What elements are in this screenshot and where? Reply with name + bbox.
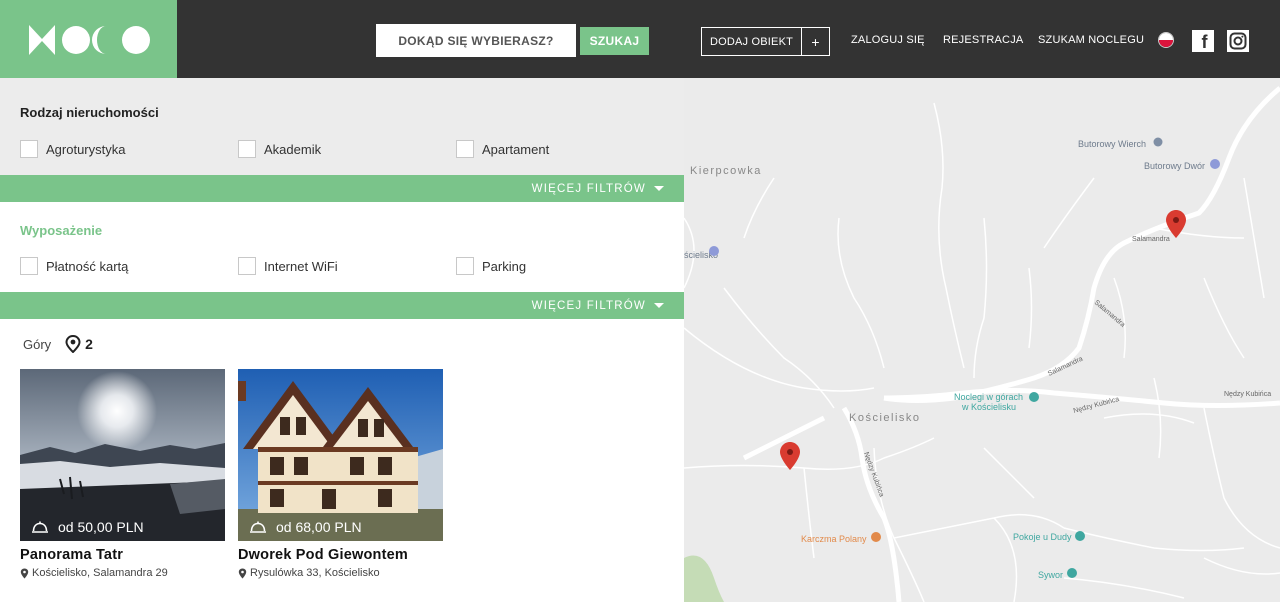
checkbox-label: Płatność kartą xyxy=(46,258,129,274)
address-text: Kościelisko, Salamandra 29 xyxy=(32,567,168,579)
listing-name[interactable]: Panorama Tatr xyxy=(20,547,225,563)
checkbox-akademik[interactable]: Akademik xyxy=(238,140,321,158)
checkbox-box[interactable] xyxy=(456,257,474,275)
location-name: Góry xyxy=(23,336,52,352)
map-label-koscielisko: Kościelisko xyxy=(849,412,921,424)
more-filters-label: WIĘCEJ FILTRÓW xyxy=(531,182,646,195)
location-pin-icon xyxy=(238,568,247,578)
mountain-photo-image xyxy=(20,369,225,541)
map-pin-icon xyxy=(65,335,81,353)
register-link[interactable]: REJESTRACJA xyxy=(943,34,1023,46)
listing-name[interactable]: Dworek Pod Giewontem xyxy=(238,547,443,563)
property-type-filter: Rodzaj nieruchomości Agroturystyka Akade… xyxy=(0,78,684,175)
price-text: od 68,00 PLN xyxy=(276,519,362,535)
find-stay-link[interactable]: SZUKAM NOCLEGU xyxy=(1038,34,1144,46)
map-view[interactable]: Kierpcowka Butorowy Wierch Butorowy Dwór… xyxy=(684,78,1280,602)
plus-icon: + xyxy=(801,28,829,55)
map-label-butorowy-wierch: Butorowy Wierch xyxy=(1078,139,1146,149)
destination-search-input[interactable] xyxy=(376,24,576,57)
map-canvas[interactable]: Kierpcowka Butorowy Wierch Butorowy Dwór… xyxy=(684,78,1280,602)
checkbox-box[interactable] xyxy=(20,257,38,275)
checkbox-label: Parking xyxy=(482,258,527,274)
checkbox-wifi[interactable]: Internet WiFi xyxy=(238,257,338,275)
map-label-pokoje-u-dudy: Pokoje u Dudy xyxy=(1013,532,1072,542)
map-label-kierpcowka: Kierpcowka xyxy=(690,165,762,177)
listing-photo[interactable]: od 68,00 PLN xyxy=(238,369,443,541)
listing-price: od 50,00 PLN xyxy=(30,519,144,535)
instagram-icon[interactable] xyxy=(1227,30,1249,52)
poi-hotel-icon[interactable] xyxy=(1210,159,1220,169)
checkbox-parking[interactable]: Parking xyxy=(456,257,526,275)
more-filters-label: WIĘCEJ FILTRÓW xyxy=(531,299,646,312)
address-text: Rysulówka 33, Kościelisko xyxy=(250,567,380,579)
poi-pin-icon[interactable] xyxy=(1153,137,1163,147)
results-count: 2 xyxy=(85,336,93,352)
property-type-title: Rodzaj nieruchomości xyxy=(20,105,159,120)
poi-hotel-icon[interactable] xyxy=(1029,392,1039,402)
logo-area[interactable] xyxy=(0,0,177,78)
search-button[interactable]: SZUKAJ xyxy=(580,27,649,55)
top-navbar: SZUKAJ DODAJ OBIEKT + ZALOGUJ SIĘ REJEST… xyxy=(0,0,1280,78)
checkbox-label: Apartament xyxy=(482,141,550,157)
checkbox-card-payment[interactable]: Płatność kartą xyxy=(20,257,128,275)
map-label-sywor: Sywor xyxy=(1038,570,1063,580)
serving-bell-icon xyxy=(32,521,48,533)
checkbox-agroturystyka[interactable]: Agroturystyka xyxy=(20,140,125,158)
add-listing-button[interactable]: DODAJ OBIEKT + xyxy=(701,27,830,56)
login-link[interactable]: ZALOGUJ SIĘ xyxy=(851,34,925,46)
checkbox-label: Internet WiFi xyxy=(264,258,338,274)
listing-address: Kościelisko, Salamandra 29 xyxy=(20,567,225,579)
listing-price: od 68,00 PLN xyxy=(248,519,362,535)
poi-hotel-icon[interactable] xyxy=(709,246,719,256)
map-label-butorowy-dwor: Butorowy Dwór xyxy=(1144,161,1205,171)
location-pin-icon xyxy=(20,568,29,578)
add-listing-label: DODAJ OBIEKT xyxy=(709,35,794,48)
polish-flag-icon[interactable] xyxy=(1159,33,1173,47)
map-label-noclegi-2: w Kościelisku xyxy=(961,402,1016,412)
noco-logo-icon xyxy=(29,25,150,55)
checkbox-label: Akademik xyxy=(264,141,322,157)
checkbox-label: Agroturystyka xyxy=(46,141,126,157)
checkbox-box[interactable] xyxy=(238,140,256,158)
listing-photo[interactable]: od 50,00 PLN xyxy=(20,369,225,541)
poi-restaurant-icon[interactable] xyxy=(871,532,881,542)
chalet-photo-image xyxy=(238,369,443,541)
serving-bell-icon xyxy=(250,521,266,533)
map-label-karczma-polany: Karczma Polany xyxy=(801,534,867,544)
caret-down-icon xyxy=(654,303,664,308)
caret-down-icon xyxy=(654,186,664,191)
checkbox-apartament[interactable]: Apartament xyxy=(456,140,549,158)
listing-address: Rysulówka 33, Kościelisko xyxy=(238,567,443,579)
instagram-glyph-icon xyxy=(1229,32,1247,50)
price-text: od 50,00 PLN xyxy=(58,519,144,535)
facebook-letter: f xyxy=(1201,32,1208,52)
checkbox-box[interactable] xyxy=(20,140,38,158)
map-label-noclegi: Noclegi w górach xyxy=(954,392,1023,402)
poi-hotel-icon[interactable] xyxy=(1067,568,1077,578)
poi-hotel-icon[interactable] xyxy=(1075,531,1085,541)
more-filters-button-2[interactable]: WIĘCEJ FILTRÓW xyxy=(0,292,684,319)
listing-card-dworek-pod-giewontem[interactable]: od 68,00 PLN Dworek Pod Giewontem Rysuló… xyxy=(238,369,443,579)
more-filters-button-1[interactable]: WIĘCEJ FILTRÓW xyxy=(0,175,684,202)
checkbox-box[interactable] xyxy=(456,140,474,158)
listing-card-panorama-tatr[interactable]: od 50,00 PLN Panorama Tatr Kościelisko, … xyxy=(20,369,225,579)
results-location: Góry 2 xyxy=(23,335,93,353)
checkbox-box[interactable] xyxy=(238,257,256,275)
facebook-icon[interactable]: f xyxy=(1192,30,1214,52)
map-street-nedzy-kubinca-2: Nędzy Kubińca xyxy=(1224,391,1271,398)
map-street-salamandra-1: Salamandra xyxy=(1132,236,1170,243)
amenities-title: Wyposażenie xyxy=(20,223,103,238)
results-panel: Rodzaj nieruchomości Agroturystyka Akade… xyxy=(0,78,684,602)
